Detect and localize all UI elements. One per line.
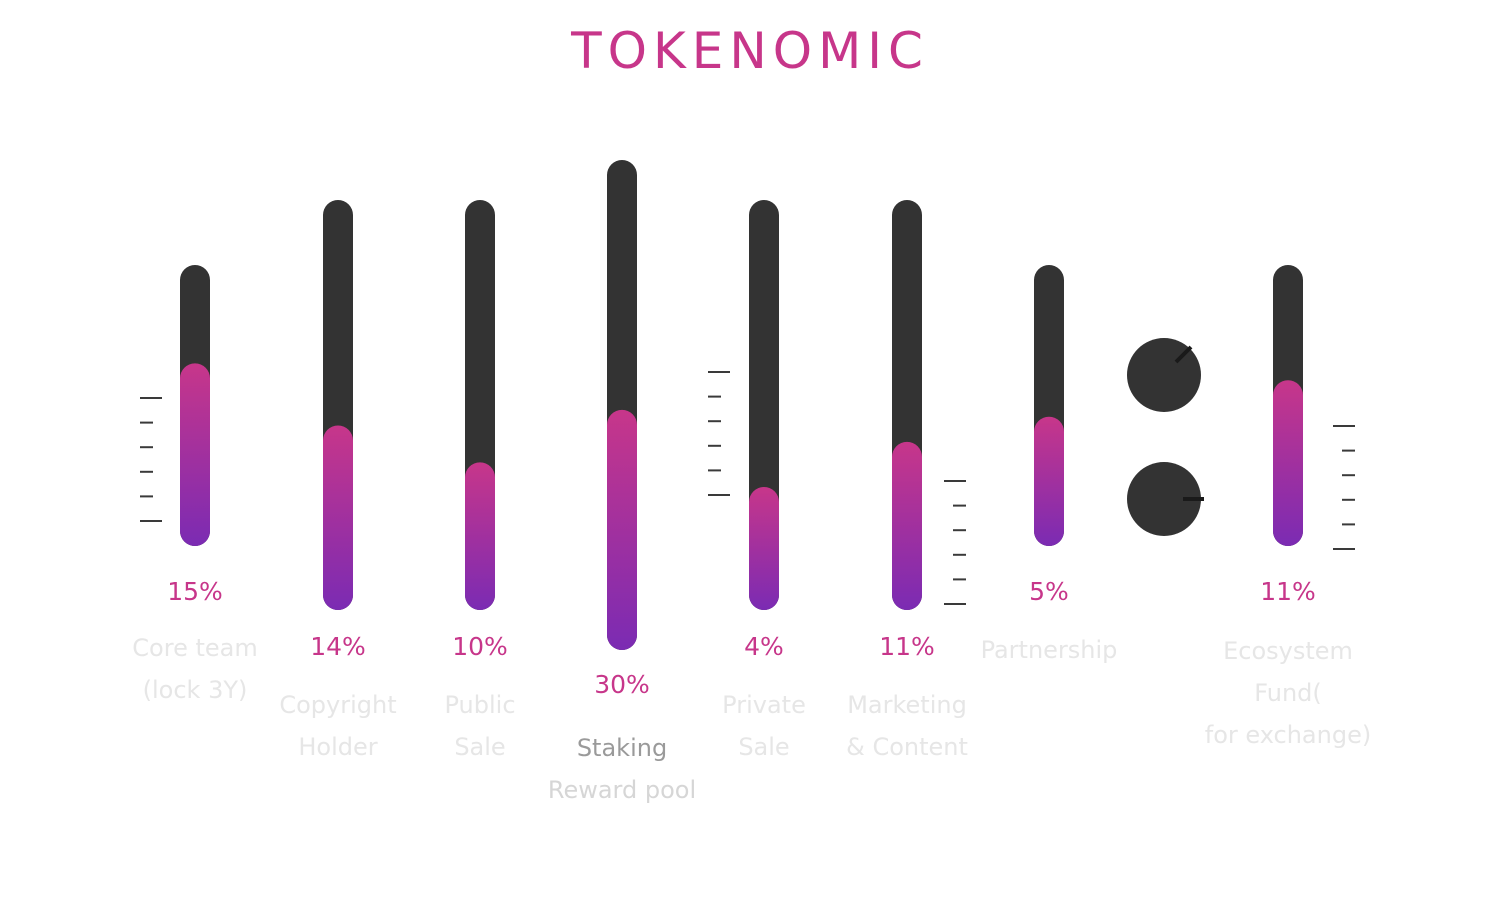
chart-canvas [140, 160, 1355, 650]
value-label: 14% [310, 632, 366, 661]
knob-icon [1127, 462, 1204, 536]
category-label-line: Reward pool [547, 776, 697, 804]
value-label: 5% [1029, 577, 1069, 606]
category-label-line: for exchange) [1204, 721, 1372, 749]
bar-fill [323, 425, 353, 610]
bar-fill [1034, 416, 1064, 546]
bar-fill [1273, 380, 1303, 546]
bar-fill [749, 487, 779, 610]
bar-fill [180, 363, 210, 546]
category-label-line: Fund( [1254, 679, 1322, 707]
category-label-line: Partnership [980, 636, 1118, 664]
knob-icon [1127, 338, 1201, 412]
bar-fill [607, 409, 637, 650]
value-label: 11% [1260, 577, 1316, 606]
value-label: 10% [452, 632, 508, 661]
value-label: 15% [167, 577, 223, 606]
category-label-line: Ecosystem [1223, 637, 1353, 665]
bar-fill [465, 462, 495, 610]
category-label: Partnership [949, 629, 1149, 671]
category-label: Marketing & Content [807, 684, 1007, 768]
category-label: Ecosystem Fund( for exchange) [1188, 630, 1388, 756]
category-label-line: & Content [846, 733, 968, 761]
category-label-line: Marketing [847, 691, 967, 719]
bar-fill [892, 441, 922, 610]
value-label: 4% [744, 632, 784, 661]
